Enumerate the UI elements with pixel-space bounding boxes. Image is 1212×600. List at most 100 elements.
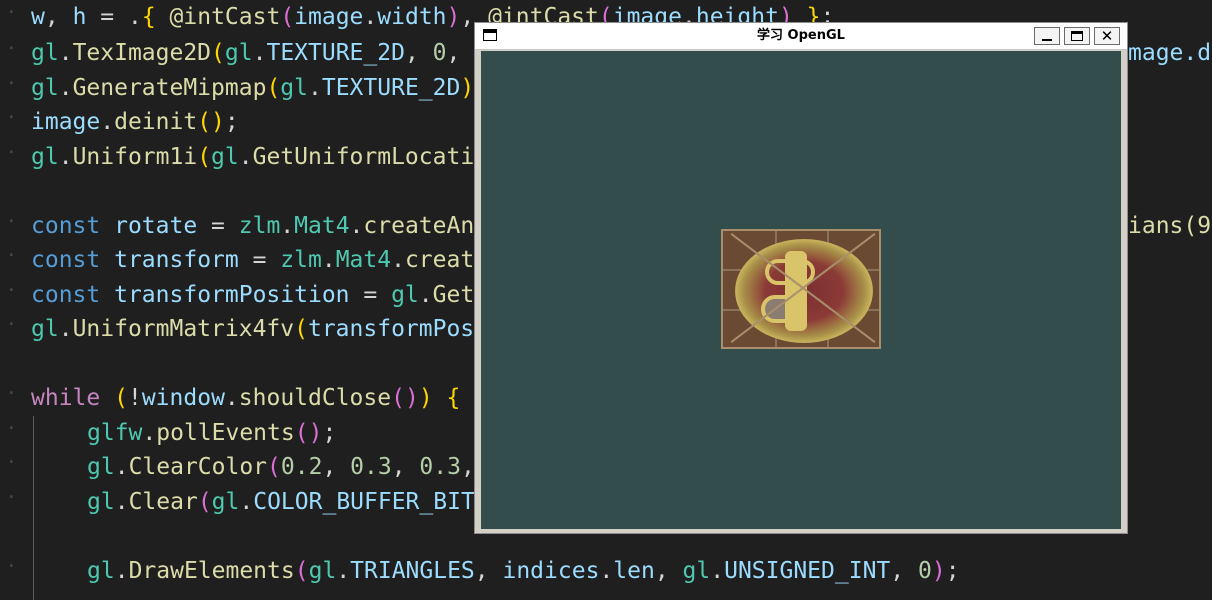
code-token: Uniform1i [72,144,198,170]
code-line[interactable]: gl.Clear(gl.COLOR_BUFFER_BIT [87,485,475,519]
code-token: Get [432,282,475,308]
code-token: UniformMatrix4fv [72,316,295,342]
close-button[interactable]: ✕ [1094,27,1120,45]
code-token: gl [682,558,711,584]
code-line[interactable]: gl.UniformMatrix4fv(transformPos [31,312,474,346]
window-title: 学习 OpenGL [757,28,845,43]
code-line[interactable]: glfw.pollEvents(); [87,416,336,450]
code-line[interactable]: const transform = zlm.Mat4.creat [31,243,474,277]
code-token: shouldClose [238,385,392,411]
code-token: const [31,282,101,308]
indent-guide [33,416,34,600]
code-token: ( [197,489,212,515]
code-token: indices [502,558,600,584]
code-token: transform [114,247,239,273]
code-token: . [224,385,239,411]
code-token: gl [308,558,337,584]
code-token: createAn [363,213,475,239]
code-line[interactable]: while (!window.shouldClose()) { [31,381,460,415]
code-token: ) [460,75,475,101]
whitespace-marker: · [6,383,17,404]
code-line[interactable]: gl.ClearColor(0.2, 0.3, 0.3, [87,450,475,484]
code-token: 0 [917,558,932,584]
code-token: = [238,247,281,273]
code-token: { [141,4,156,30]
code-token: ClearColor [128,454,268,480]
code-token: () [294,420,323,446]
code-token: const [31,213,101,239]
code-line[interactable]: gl.GenerateMipmap(gl.TEXTURE_2D) [31,71,474,105]
code-token: ( [266,75,281,101]
code-token: . [238,144,253,170]
code-token: ) [931,558,946,584]
whitespace-marker: · [6,245,17,266]
code-token: , [474,558,503,584]
code-token: image [31,109,101,135]
code-token: . [308,75,322,101]
code-token: TexImage2D [72,40,212,66]
window-titlebar[interactable]: 学习 OpenGL ✕ [475,23,1127,50]
code-token: TRIANGLES [350,558,475,584]
code-token: 0.3 [350,454,392,480]
whitespace-marker: · [6,314,17,335]
code-token: const [31,247,101,273]
whitespace-marker: · [6,556,17,577]
code-token: GetUniformLocati [252,144,475,170]
code-line[interactable]: gl.DrawElements(gl.TRIANGLES, indices.le… [87,554,960,588]
code-token: = [349,282,392,308]
textured-crate-quad [721,229,881,349]
code-token: Mat4 [335,247,392,273]
code-token: ( [294,558,309,584]
code-token: . [58,316,73,342]
code-token: Clear [128,489,198,515]
code-token: ( [280,4,295,30]
code-token: ; [945,558,960,584]
code-token: window [141,385,225,411]
code-line[interactable]: gl.TexImage2D(gl.TEXTURE_2D, 0, [31,36,474,70]
code-token: = [197,213,239,239]
code-line[interactable]: const transformPosition = gl.Get [31,278,474,312]
code-token: transformPosition [114,282,350,308]
code-token: COLOR_BUFFER_BIT [253,489,475,515]
code-token: ( [211,40,225,66]
maximize-button[interactable] [1064,27,1090,45]
code-token: TEXTURE_2D [266,40,405,66]
code-token: . [58,40,73,66]
code-line-overflow: ians(90 [1128,213,1212,239]
code-token: glfw [87,420,143,446]
code-token: . [252,40,267,66]
code-token: 0.3 [419,454,461,480]
render-canvas[interactable] [481,51,1121,529]
code-line[interactable]: image.deinit(); [31,105,239,139]
code-token: . [336,558,351,584]
opengl-window[interactable]: 学习 OpenGL ✕ [474,22,1128,534]
code-token: DrawElements [128,558,295,584]
code-token: . [363,4,378,30]
whitespace-marker: · [6,280,17,301]
code-token: . [599,558,614,584]
code-token: , [44,4,73,30]
code-line[interactable]: gl.Uniform1i(gl.GetUniformLocati [31,140,474,174]
whitespace-marker: · [6,38,17,59]
code-token: ! [127,385,142,411]
code-token: , [404,40,433,66]
code-token: h [72,4,87,30]
code-token: gl [280,75,308,101]
whitespace-marker: · [6,211,17,232]
code-token: , [460,454,475,480]
code-token: gl [87,454,115,480]
code-token: , [322,454,351,480]
code-token: gl [31,316,59,342]
whitespace-marker: · [6,2,17,23]
code-token: . [100,109,115,135]
code-token: ) [418,385,433,411]
code-token: . [114,454,129,480]
minimize-button[interactable] [1034,27,1060,45]
code-token: . [710,558,725,584]
code-token: , [654,558,683,584]
code-token: deinit [114,109,198,135]
code-line[interactable]: const rotate = zlm.Mat4.createAn [31,209,474,243]
